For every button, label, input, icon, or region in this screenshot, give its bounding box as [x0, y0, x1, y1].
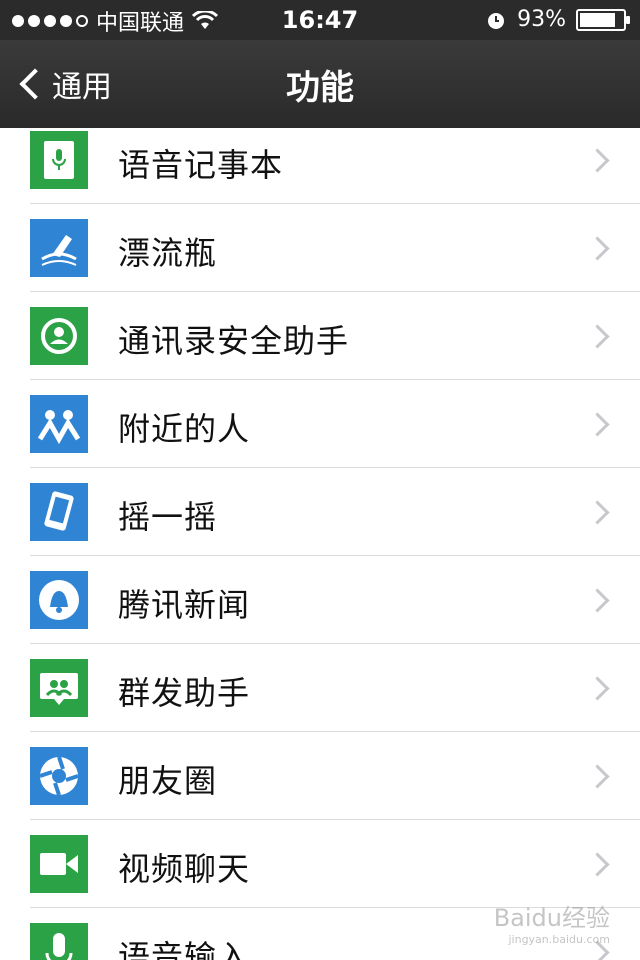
- list-item-label: 语音输入: [118, 938, 251, 960]
- list-item[interactable]: 语音记事本: [0, 128, 640, 204]
- voice-notepad-icon: [30, 131, 88, 189]
- chevron-right-icon: [585, 324, 610, 349]
- status-right: 93%: [485, 7, 630, 32]
- tencent-news-icon: [30, 571, 88, 629]
- navigation-bar: 通用 功能: [0, 40, 640, 128]
- list-item-label: 朋友圈: [118, 762, 218, 800]
- chevron-right-icon: [585, 236, 610, 261]
- battery-percent: 93%: [517, 7, 566, 32]
- watermark-sub: jingyan.baidu.com: [508, 933, 610, 946]
- list-item[interactable]: 漂流瓶: [0, 204, 640, 292]
- page-title: 功能: [286, 68, 354, 108]
- battery-fill: [580, 12, 615, 27]
- chevron-right-icon: [585, 764, 610, 789]
- feature-list: 语音记事本漂流瓶通讯录安全助手 附近的人摇一摇腾讯新闻群发助手朋友圈视频聊天语音输…: [0, 128, 640, 960]
- list-item-label: 摇一摇: [118, 498, 218, 536]
- list-item[interactable]: 腾讯新闻: [0, 556, 640, 644]
- list-item[interactable]: 通讯录安全助手: [0, 292, 640, 380]
- people-nearby-icon: [30, 395, 88, 453]
- drift-bottle-icon: [30, 219, 88, 277]
- list-item-label: 腾讯新闻: [118, 586, 251, 624]
- voice-input-icon: [30, 923, 88, 960]
- chevron-right-icon: [585, 588, 610, 613]
- chevron-right-icon: [585, 852, 610, 877]
- list-item-label: 通讯录安全助手: [118, 322, 350, 360]
- list-item-label: 漂流瓶: [118, 234, 218, 272]
- list-item-label: 附近的人: [118, 410, 251, 448]
- watermark-text: Baidu经验: [493, 904, 610, 932]
- list-item[interactable]: 附近的人: [0, 380, 640, 468]
- list-item[interactable]: 摇一摇: [0, 468, 640, 556]
- video-chat-icon: [30, 835, 88, 893]
- watermark: Baidu经验 jingyan.baidu.com: [494, 898, 610, 946]
- list-item[interactable]: 朋友圈: [0, 732, 640, 820]
- list-item-label: 群发助手: [118, 674, 251, 712]
- list-item-label: 视频聊天: [118, 850, 251, 888]
- contacts-security-icon: [30, 307, 88, 365]
- chevron-right-icon: [585, 148, 610, 173]
- shake-icon: [30, 483, 88, 541]
- battery-icon: [576, 8, 630, 31]
- list-item[interactable]: 视频聊天: [0, 820, 640, 908]
- broadcast-helper-icon: [30, 659, 88, 717]
- chevron-right-icon: [585, 412, 610, 437]
- alarm-clock-icon: [488, 12, 505, 29]
- list-item[interactable]: 群发助手: [0, 644, 640, 732]
- list-item-label: 语音记事本: [118, 146, 284, 184]
- status-bar: 中国联通 16:47 93%: [0, 0, 640, 40]
- moments-icon: [30, 747, 88, 805]
- chevron-right-icon: [585, 676, 610, 701]
- chevron-right-icon: [585, 500, 610, 525]
